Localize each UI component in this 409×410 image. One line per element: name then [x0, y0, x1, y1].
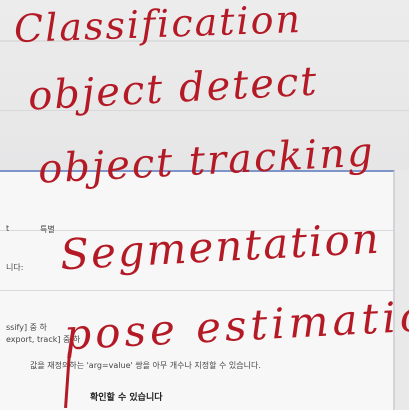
doc-text-line: ssify] 중 하 [6, 323, 47, 332]
doc-text-t: t [6, 224, 10, 233]
doc-text-line: 값을 재정의하는 'arg=value' 쌍을 아무 개수나 지정할 수 있습니… [30, 361, 261, 370]
divider [0, 290, 393, 291]
doc-text-line: 니다: [6, 263, 24, 272]
document-page: t 특별 니다: ssify] 중 하 export, track] 중 하 값… [0, 170, 395, 410]
doc-tab-special: 특별 [40, 225, 55, 234]
doc-text-line: 확인할 수 있습니다 [90, 393, 163, 403]
